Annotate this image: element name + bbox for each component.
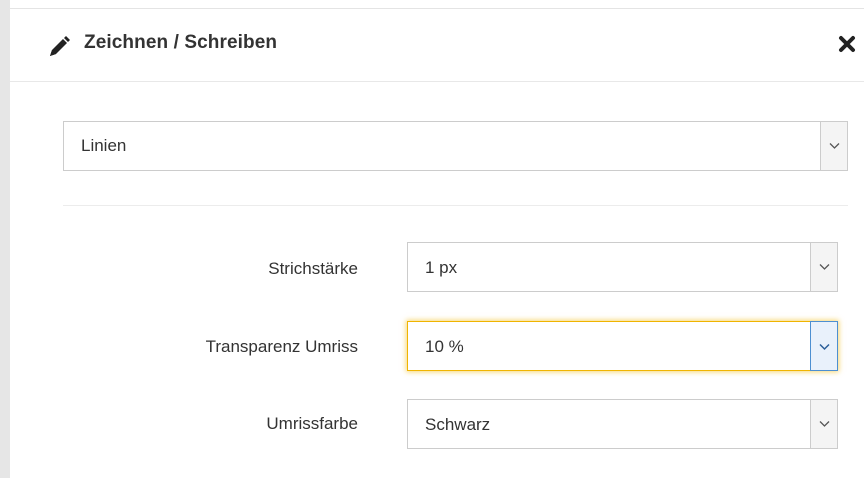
- stroke-width-label: Strichstärke: [268, 259, 358, 278]
- mode-select-value: Linien: [81, 136, 127, 155]
- dialog-header: Zeichnen / Schreiben: [10, 9, 864, 82]
- pencil-icon: [46, 34, 74, 60]
- chevron-down-icon[interactable]: [810, 321, 838, 371]
- chevron-down-icon[interactable]: [820, 122, 847, 170]
- close-icon[interactable]: [838, 35, 856, 53]
- chevron-down-icon[interactable]: [810, 243, 837, 291]
- outline-color-select[interactable]: Schwarz: [407, 399, 838, 449]
- outline-color-label: Umrissfarbe: [266, 414, 358, 433]
- chevron-down-icon[interactable]: [810, 400, 837, 448]
- section-divider: [63, 205, 848, 206]
- outline-transparency-select[interactable]: 10 %: [407, 321, 838, 371]
- outline-transparency-label: Transparenz Umriss: [205, 337, 358, 356]
- outline-transparency-value: 10 %: [425, 337, 464, 356]
- stroke-width-select[interactable]: 1 px: [407, 242, 838, 292]
- side-strip: [0, 0, 10, 478]
- outline-color-value: Schwarz: [425, 415, 491, 434]
- dialog-panel: Zeichnen / Schreiben Linien Strichstärke…: [10, 8, 864, 479]
- stroke-width-value: 1 px: [425, 258, 458, 277]
- dialog-title: Zeichnen / Schreiben: [84, 32, 278, 53]
- mode-select[interactable]: Linien: [63, 121, 848, 171]
